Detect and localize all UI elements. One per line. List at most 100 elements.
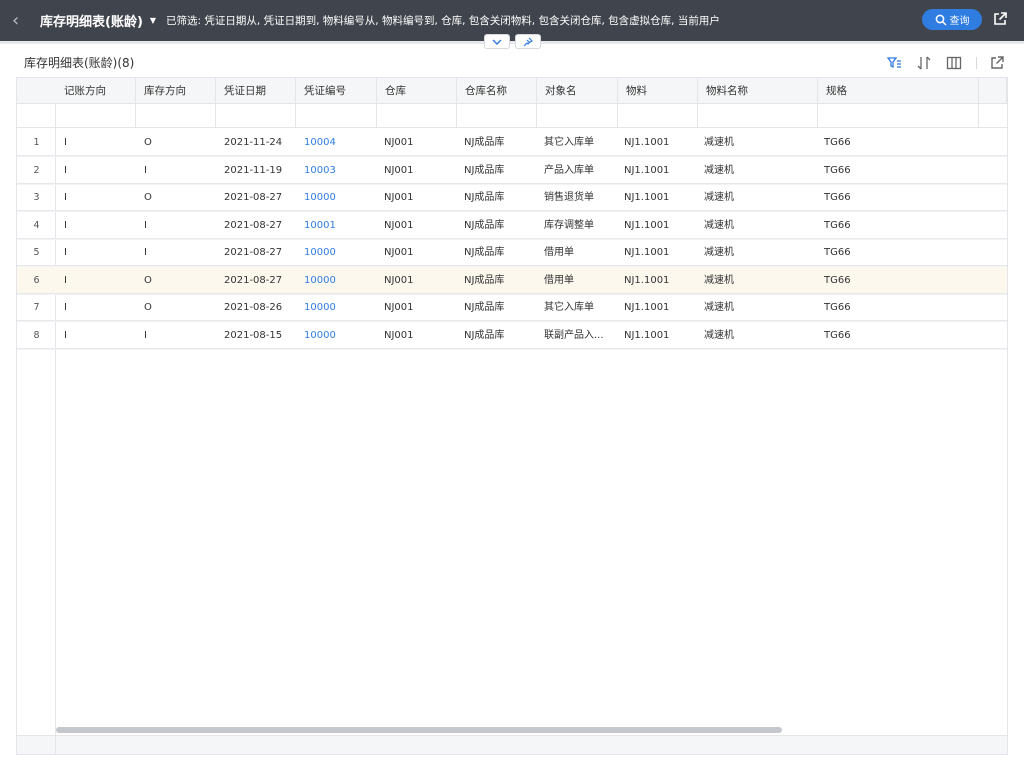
voucher-number-link[interactable]: 10000 [296,239,376,266]
table-cell: NJ成品库 [464,274,505,286]
table-cell: 减速机 [704,247,734,258]
table-cell: 产品入库单 [544,164,594,176]
column-header[interactable]: 物料名称 [698,78,818,104]
table-cell: 减速机 [704,274,734,286]
chevron-down-icon [492,39,502,45]
table-cell: 减速机 [704,219,734,231]
table-cell: NJ成品库 [464,164,505,176]
columns-icon[interactable] [946,55,962,71]
column-filter-cell[interactable] [216,104,296,128]
column-filter-cell[interactable] [537,104,618,128]
table-cell: 其它入库单 [544,137,594,148]
table-cell: NJ001 [384,302,414,313]
table-cell: I [64,219,67,231]
table-cell: I [64,247,67,258]
table-row[interactable]: 6 I O 2021-08-27 10000 NJ001 NJ成品库 借用单 NJ1.1001 减… [17,266,1007,294]
table-cell: NJ1.1001 [624,302,670,313]
caret-down-icon[interactable]: ▼ [150,16,156,25]
table-toolbar [886,55,1019,71]
table-cell: I [64,164,67,176]
table-cell: 减速机 [704,137,734,148]
table-cell: 减速机 [704,329,734,341]
table-cell: TG66 [824,219,851,231]
table-cell: I [64,329,67,341]
table-cell: TG66 [824,164,851,176]
table-cell: 减速机 [704,164,734,176]
table-cell: TG66 [824,274,851,286]
table-row[interactable]: 3 I O 2021-08-27 10000 NJ001 NJ成品库 销售退货单 NJ1.100… [17,184,1007,211]
column-header[interactable]: 物料 [618,78,698,104]
table-cell: NJ1.1001 [624,329,670,341]
table-row[interactable]: 7 I O 2021-08-26 10000 NJ001 NJ成品库 其它入库单 NJ1.100… [17,294,1007,321]
column-header[interactable]: 记账方向 [56,78,136,104]
column-filter-cell[interactable] [377,104,457,128]
table-cell: NJ001 [384,274,414,286]
voucher-number-link[interactable]: 10000 [296,267,376,294]
table-cell: 2021-08-27 [224,192,283,203]
header-divider [0,41,1024,44]
row-number: 8 [33,329,40,341]
table-cell: TG66 [824,192,851,203]
export-icon[interactable] [989,55,1005,71]
table-cell: NJ1.1001 [624,164,670,176]
voucher-number-link[interactable]: 10004 [296,129,376,156]
column-filter-cell[interactable] [56,104,136,128]
table-cell: 减速机 [704,302,734,313]
column-header[interactable]: 凭证日期 [216,78,296,104]
back-icon[interactable]: ‹ [12,0,32,41]
column-filter-cell[interactable] [818,104,979,128]
footer-gutter [17,736,56,755]
table-row[interactable]: 2 I I 2021-11-19 10003 NJ001 NJ成品库 产品入库单 NJ1.100… [17,157,1007,184]
table-cell: I [144,329,147,341]
collapse-button[interactable] [484,34,510,49]
table-row[interactable]: 4 I I 2021-08-27 10001 NJ001 NJ成品库 库存调整单 NJ1.100… [17,212,1007,239]
column-header[interactable]: 对象名 [537,78,618,104]
column-filter-cell[interactable] [457,104,537,128]
sort-icon[interactable] [916,55,932,71]
voucher-number-link[interactable]: 10000 [296,322,376,349]
table-cell: NJ成品库 [464,302,505,313]
table-row[interactable]: 8 I I 2021-08-15 10000 NJ001 NJ成品库 联副产品入... NJ1.… [17,322,1007,349]
table-cell: I [64,137,67,148]
column-header[interactable]: 凭证编号 [296,78,377,104]
table-cell: TG66 [824,247,851,258]
table-cell: NJ1.1001 [624,219,670,231]
table-cell: I [64,192,67,203]
export-icon[interactable] [992,11,1008,27]
voucher-number-link[interactable]: 10001 [296,212,376,239]
table-cell: NJ001 [384,192,414,203]
table-cell: I [64,274,67,286]
toolbar-divider [976,57,977,69]
table-cell: O [144,192,152,203]
filter-settings-icon[interactable] [886,55,902,71]
column-filter-cell[interactable] [618,104,698,128]
table-cell: I [144,164,147,176]
table-row[interactable]: 1 I O 2021-11-24 10004 NJ001 NJ成品库 其它入库单 NJ1.100… [17,129,1007,156]
voucher-number-link[interactable]: 10003 [296,157,376,184]
column-header[interactable]: 库存方向 [136,78,216,104]
voucher-number-link[interactable]: 10000 [296,184,376,211]
column-header[interactable]: 规格 [818,78,979,104]
table-header: 记账方向 库存方向 凭证日期 凭证编号 仓库 仓库名称 对象名 物料 物料名称 规格 [17,78,1007,104]
scrollbar-thumb[interactable] [56,727,782,733]
table-cell: NJ成品库 [464,329,505,341]
filter-summary[interactable]: 已筛选: 凭证日期从, 凭证日期到, 物料编号从, 物料编号到, 仓库, 包含关… [166,13,901,28]
column-filter-cell[interactable] [698,104,818,128]
pin-button[interactable] [515,34,541,49]
column-filter-cell[interactable] [296,104,377,128]
table-cell: O [144,302,152,313]
horizontal-scrollbar[interactable] [56,726,1007,734]
column-header[interactable]: 仓库名称 [457,78,537,104]
query-button[interactable]: 查询 [922,9,982,30]
table-cell: 2021-08-27 [224,219,283,231]
voucher-number-link[interactable]: 10000 [296,294,376,321]
column-filter-cell[interactable] [136,104,216,128]
table-cell: NJ成品库 [464,219,505,231]
row-number: 2 [33,164,40,176]
table-cell: NJ001 [384,137,414,148]
table-cell: NJ001 [384,164,414,176]
header-spacer [979,78,1007,104]
table-row[interactable]: 5 I I 2021-08-27 10000 NJ001 NJ成品库 借用单 NJ1.1001 减… [17,239,1007,266]
column-header[interactable]: 仓库 [377,78,457,104]
top-bar: ‹ 库存明细表(账龄) ▼ 已筛选: 凭证日期从, 凭证日期到, 物料编号从, … [0,0,1024,41]
